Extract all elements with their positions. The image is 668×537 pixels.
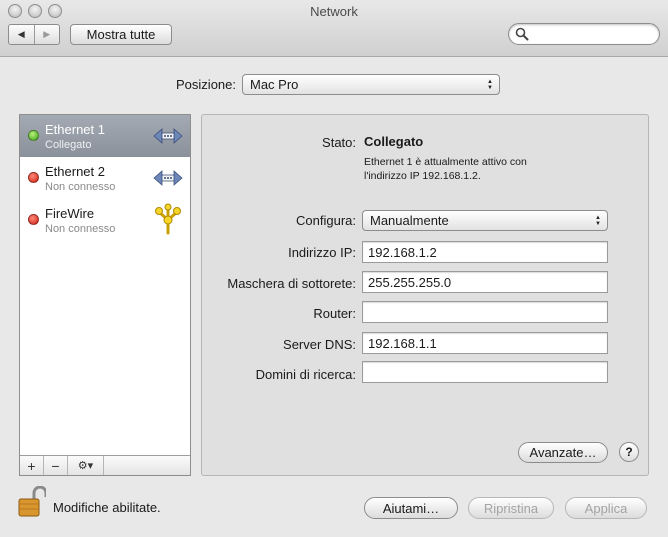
location-label: Posizione: — [176, 77, 236, 92]
lock-status-text: Modifiche abilitate. — [53, 500, 161, 515]
advanced-button[interactable]: Avanzate… — [518, 442, 608, 463]
service-name: Ethernet 2 — [45, 164, 105, 179]
service-item-ethernet-1[interactable]: Ethernet 1 Collegato — [20, 115, 190, 157]
search-domains-field[interactable] — [362, 361, 608, 383]
configure-value: Manualmente — [370, 213, 449, 228]
service-status: Non connesso — [45, 181, 116, 193]
dns-server-label: Server DNS: — [283, 337, 356, 352]
search-icon — [515, 27, 529, 41]
toolbar: Network ◀ ▶ Mostra tutte — [0, 0, 668, 57]
status-description-line2: l'indirizzo IP 192.168.1.2. — [364, 170, 481, 182]
service-item-ethernet-2[interactable]: Ethernet 2 Non connesso — [20, 157, 190, 199]
service-name: FireWire — [45, 206, 95, 221]
status-connected-icon — [28, 130, 39, 141]
window-title: Network — [310, 4, 358, 19]
ip-address-label: Indirizzo IP: — [288, 245, 356, 260]
ip-address-field[interactable]: 192.168.1.2 — [362, 241, 608, 263]
service-actions-menu[interactable]: ⚙▾ — [68, 456, 104, 475]
ethernet-icon — [153, 128, 183, 144]
status-description-line1: Ethernet 1 è attualmente attivo con — [364, 156, 527, 168]
status-label: Stato: — [322, 135, 356, 150]
remove-service-button[interactable]: − — [44, 456, 68, 475]
ethernet-icon — [153, 170, 183, 186]
popup-arrows-icon: ▲ ▼ — [595, 214, 601, 227]
location-value: Mac Pro — [250, 77, 299, 92]
network-preferences-window: Network ◀ ▶ Mostra tutte Posizione: Mac … — [0, 0, 668, 537]
assist-me-button[interactable]: Aiutami… — [364, 497, 458, 519]
service-status: Non connesso — [45, 223, 116, 235]
configure-popup[interactable]: Manualmente ▲ ▼ — [362, 210, 608, 231]
router-field[interactable] — [362, 301, 608, 323]
forward-button[interactable]: ▶ — [33, 25, 60, 44]
dns-server-field[interactable]: 192.168.1.1 — [362, 332, 608, 354]
revert-button[interactable]: Ripristina — [468, 497, 554, 519]
status-disconnected-icon — [28, 214, 39, 225]
firewire-icon — [155, 203, 181, 235]
show-all-button[interactable]: Mostra tutte — [70, 24, 172, 45]
status-value: Collegato — [364, 134, 424, 149]
lock-open-icon[interactable] — [18, 486, 46, 518]
location-popup[interactable]: Mac Pro ▲ ▼ — [242, 74, 500, 95]
popup-arrows-icon: ▲ ▼ — [487, 78, 493, 91]
add-service-button[interactable]: + — [20, 456, 44, 475]
services-list: Ethernet 1 Collegato Ethernet 2 Non conn… — [19, 114, 191, 476]
service-item-firewire[interactable]: FireWire Non connesso — [20, 199, 190, 241]
subnet-mask-field[interactable]: 255.255.255.0 — [362, 271, 608, 293]
service-detail-panel — [201, 114, 649, 476]
search-domains-label: Domini di ricerca: — [255, 367, 356, 382]
search-field[interactable] — [508, 23, 660, 45]
status-disconnected-icon — [28, 172, 39, 183]
service-status: Collegato — [45, 139, 92, 151]
subnet-mask-label: Maschera di sottorete: — [227, 276, 356, 291]
back-forward-control: ◀ ▶ — [8, 24, 60, 45]
configure-label: Configura: — [296, 213, 356, 228]
apply-button[interactable]: Applica — [565, 497, 647, 519]
help-button[interactable]: ? — [619, 442, 639, 462]
back-button[interactable]: ◀ — [9, 25, 34, 44]
service-name: Ethernet 1 — [45, 122, 105, 137]
services-list-footer: + − ⚙▾ — [20, 455, 190, 475]
router-label: Router: — [313, 306, 356, 321]
